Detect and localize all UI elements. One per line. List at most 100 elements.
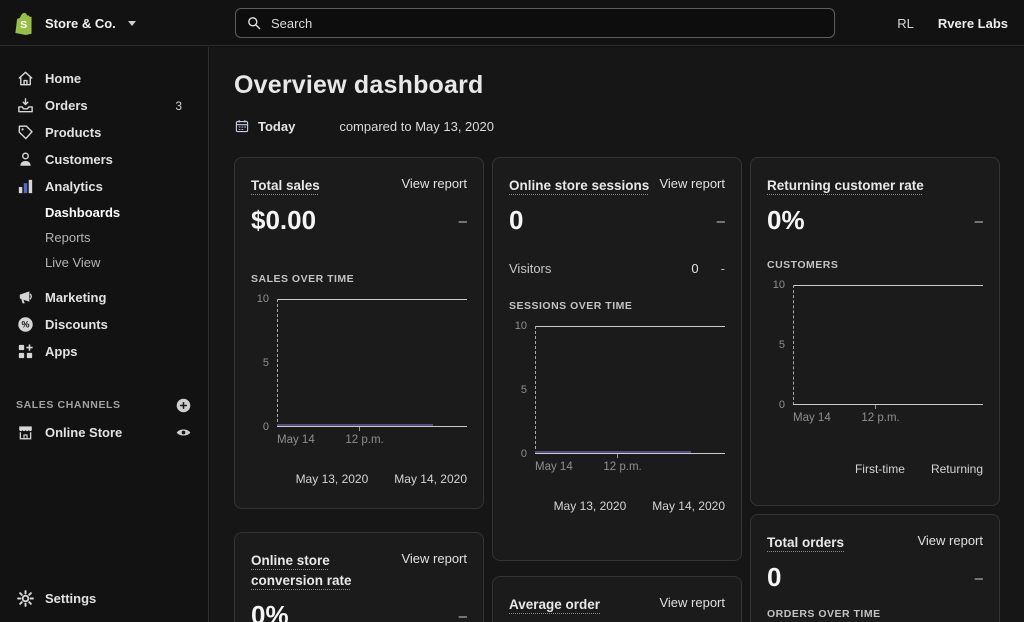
current-time-marker [793, 285, 794, 405]
card-total-sales: Total sales View report $0.00 – SALES OV… [234, 157, 484, 509]
top-gridline [793, 285, 983, 286]
sidebar-item-label: Discounts [45, 317, 108, 332]
sidebar-item-apps[interactable]: Apps [0, 338, 208, 365]
search-icon [246, 15, 262, 31]
sidebar-item-label: Customers [45, 152, 113, 167]
chart-legend: First-time Returning [767, 462, 983, 476]
metric-title[interactable]: Returning customer rate [767, 176, 924, 196]
svg-text:%: % [21, 320, 29, 330]
visitors-row: Visitors 0 - [509, 261, 725, 276]
store-switcher[interactable]: S Store & Co. [12, 0, 136, 46]
sidebar: Home Orders 3 Products Customers [0, 47, 209, 622]
card-average-order: Average order View report [492, 576, 742, 622]
customers-icon [16, 150, 35, 169]
chart-section-label: SALES OVER TIME [251, 273, 467, 285]
top-gridline [535, 326, 725, 327]
today-series-line [277, 424, 433, 426]
metric-value: 0% [767, 205, 805, 235]
today-series-line [535, 451, 691, 453]
view-report-link[interactable]: View report [659, 176, 725, 191]
y-tick: 10 [257, 293, 269, 305]
avatar: RL [897, 16, 914, 31]
svg-text:S: S [20, 19, 27, 31]
metric-title[interactable]: Online store conversion rate [251, 551, 399, 591]
subnav-item-label: Dashboards [45, 205, 120, 220]
y-tick: 0 [263, 421, 269, 433]
x-tick: 12 p.m. [345, 434, 383, 446]
noon-tick [617, 454, 618, 458]
delta-indicator: – [459, 608, 467, 622]
legend-item: May 14, 2020 [652, 499, 725, 513]
sidebar-item-customers[interactable]: Customers [0, 146, 208, 173]
apps-icon [16, 342, 35, 361]
sidebar-item-orders[interactable]: Orders 3 [0, 92, 208, 119]
y-tick: 5 [521, 384, 527, 396]
chart-section-label: SESSIONS OVER TIME [509, 300, 725, 312]
search-input[interactable] [271, 16, 824, 31]
metric-title[interactable]: Average order [509, 595, 600, 615]
sidebar-item-discounts[interactable]: % Discounts [0, 311, 208, 338]
user-name: Rvere Labs [938, 16, 1008, 31]
search-box[interactable] [235, 8, 835, 38]
page-title: Overview dashboard [234, 71, 1000, 100]
home-icon [16, 69, 35, 88]
chart-legend: May 13, 2020 May 14, 2020 [251, 472, 467, 486]
y-tick: 10 [515, 320, 527, 332]
view-report-link[interactable]: View report [659, 595, 725, 610]
store-name: Store & Co. [45, 16, 116, 31]
view-report-link[interactable]: View report [917, 533, 983, 548]
x-axis-line [277, 426, 467, 427]
grid-column-2: Online store sessions View report 0 – Vi… [492, 157, 742, 622]
metric-title[interactable]: Total sales [251, 176, 320, 196]
visitors-value: 0 [691, 261, 698, 276]
y-tick: 0 [779, 399, 785, 411]
sidebar-item-reports[interactable]: Reports [0, 225, 208, 250]
date-range-button[interactable]: Today [234, 118, 295, 134]
view-report-link[interactable]: View report [401, 551, 467, 566]
dashboard-grid: Total sales View report $0.00 – SALES OV… [234, 157, 1000, 622]
sidebar-item-live-view[interactable]: Live View [0, 250, 208, 275]
user-menu[interactable]: RL Rvere Labs [897, 0, 1008, 46]
legend-item: May 14, 2020 [394, 472, 467, 486]
plus-circle-icon[interactable] [175, 397, 192, 414]
eye-icon[interactable] [175, 424, 192, 441]
x-tick: May 14 [535, 461, 573, 473]
grid-column-1: Total sales View report $0.00 – SALES OV… [234, 157, 484, 622]
date-range-label: Today [258, 119, 295, 134]
sales-channels-header: SALES CHANNELS [0, 394, 208, 416]
orders-icon [16, 96, 35, 115]
grid-column-3: Returning customer rate 0% – CUSTOMERS 1… [750, 157, 1000, 622]
gear-icon [16, 589, 35, 608]
sidebar-item-dashboards[interactable]: Dashboards [0, 200, 208, 225]
delta-indicator: – [459, 213, 467, 235]
sidebar-item-online-store[interactable]: Online Store [0, 418, 208, 446]
sales-over-time-chart: 10 5 0 [251, 299, 467, 427]
subnav-item-label: Live View [45, 255, 100, 270]
megaphone-icon [16, 288, 35, 307]
chevron-down-icon [128, 21, 136, 26]
metric-title[interactable]: Total orders [767, 533, 844, 553]
sidebar-item-products[interactable]: Products [0, 119, 208, 146]
y-tick: 5 [779, 339, 785, 351]
sidebar-item-label: Home [45, 71, 81, 86]
x-tick: May 14 [793, 412, 831, 424]
card-online-store-conversion-rate: Online store conversion rate View report… [234, 532, 484, 622]
analytics-icon [16, 177, 35, 196]
current-time-marker [277, 299, 278, 427]
legend-item: First-time [855, 462, 905, 476]
main-content: Overview dashboard Today compared to May… [210, 47, 1024, 622]
delta-indicator: – [975, 570, 983, 592]
sidebar-item-settings[interactable]: Settings [0, 584, 208, 612]
orders-count-badge: 3 [175, 99, 194, 113]
metric-value: 0 [767, 562, 781, 592]
sidebar-item-marketing[interactable]: Marketing [0, 284, 208, 311]
sidebar-item-analytics[interactable]: Analytics [0, 173, 208, 200]
x-axis-line [535, 453, 725, 454]
metric-title[interactable]: Online store sessions [509, 176, 649, 196]
legend-item: May 13, 2020 [554, 499, 627, 513]
x-tick: 12 p.m. [861, 412, 899, 424]
view-report-link[interactable]: View report [401, 176, 467, 191]
noon-tick [359, 427, 360, 431]
sidebar-item-home[interactable]: Home [0, 65, 208, 92]
chart-section-label: CUSTOMERS [767, 259, 983, 271]
